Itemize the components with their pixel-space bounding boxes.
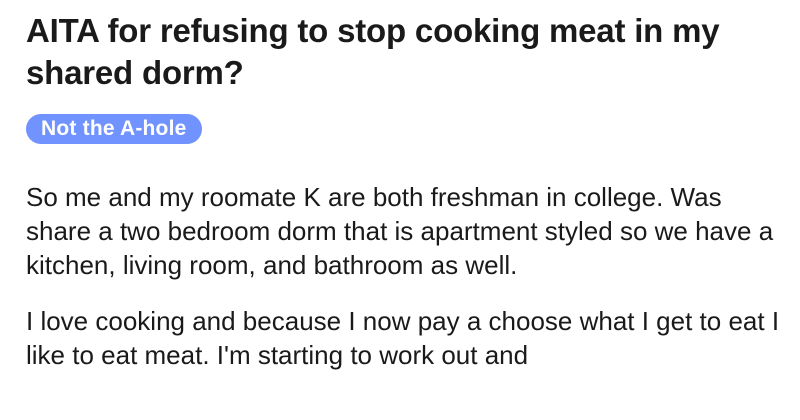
- post-paragraph: I love cooking and because I now pay a c…: [26, 306, 780, 370]
- post-title[interactable]: AITA for refusing to stop cooking meat i…: [26, 0, 786, 94]
- post-body: So me and my roomate K are both freshman…: [26, 180, 786, 372]
- post-container: AITA for refusing to stop cooking meat i…: [26, 0, 786, 394]
- post-paragraph: So me and my roomate K are both freshman…: [26, 182, 774, 280]
- post-flair-badge[interactable]: Not the A-hole: [26, 114, 202, 144]
